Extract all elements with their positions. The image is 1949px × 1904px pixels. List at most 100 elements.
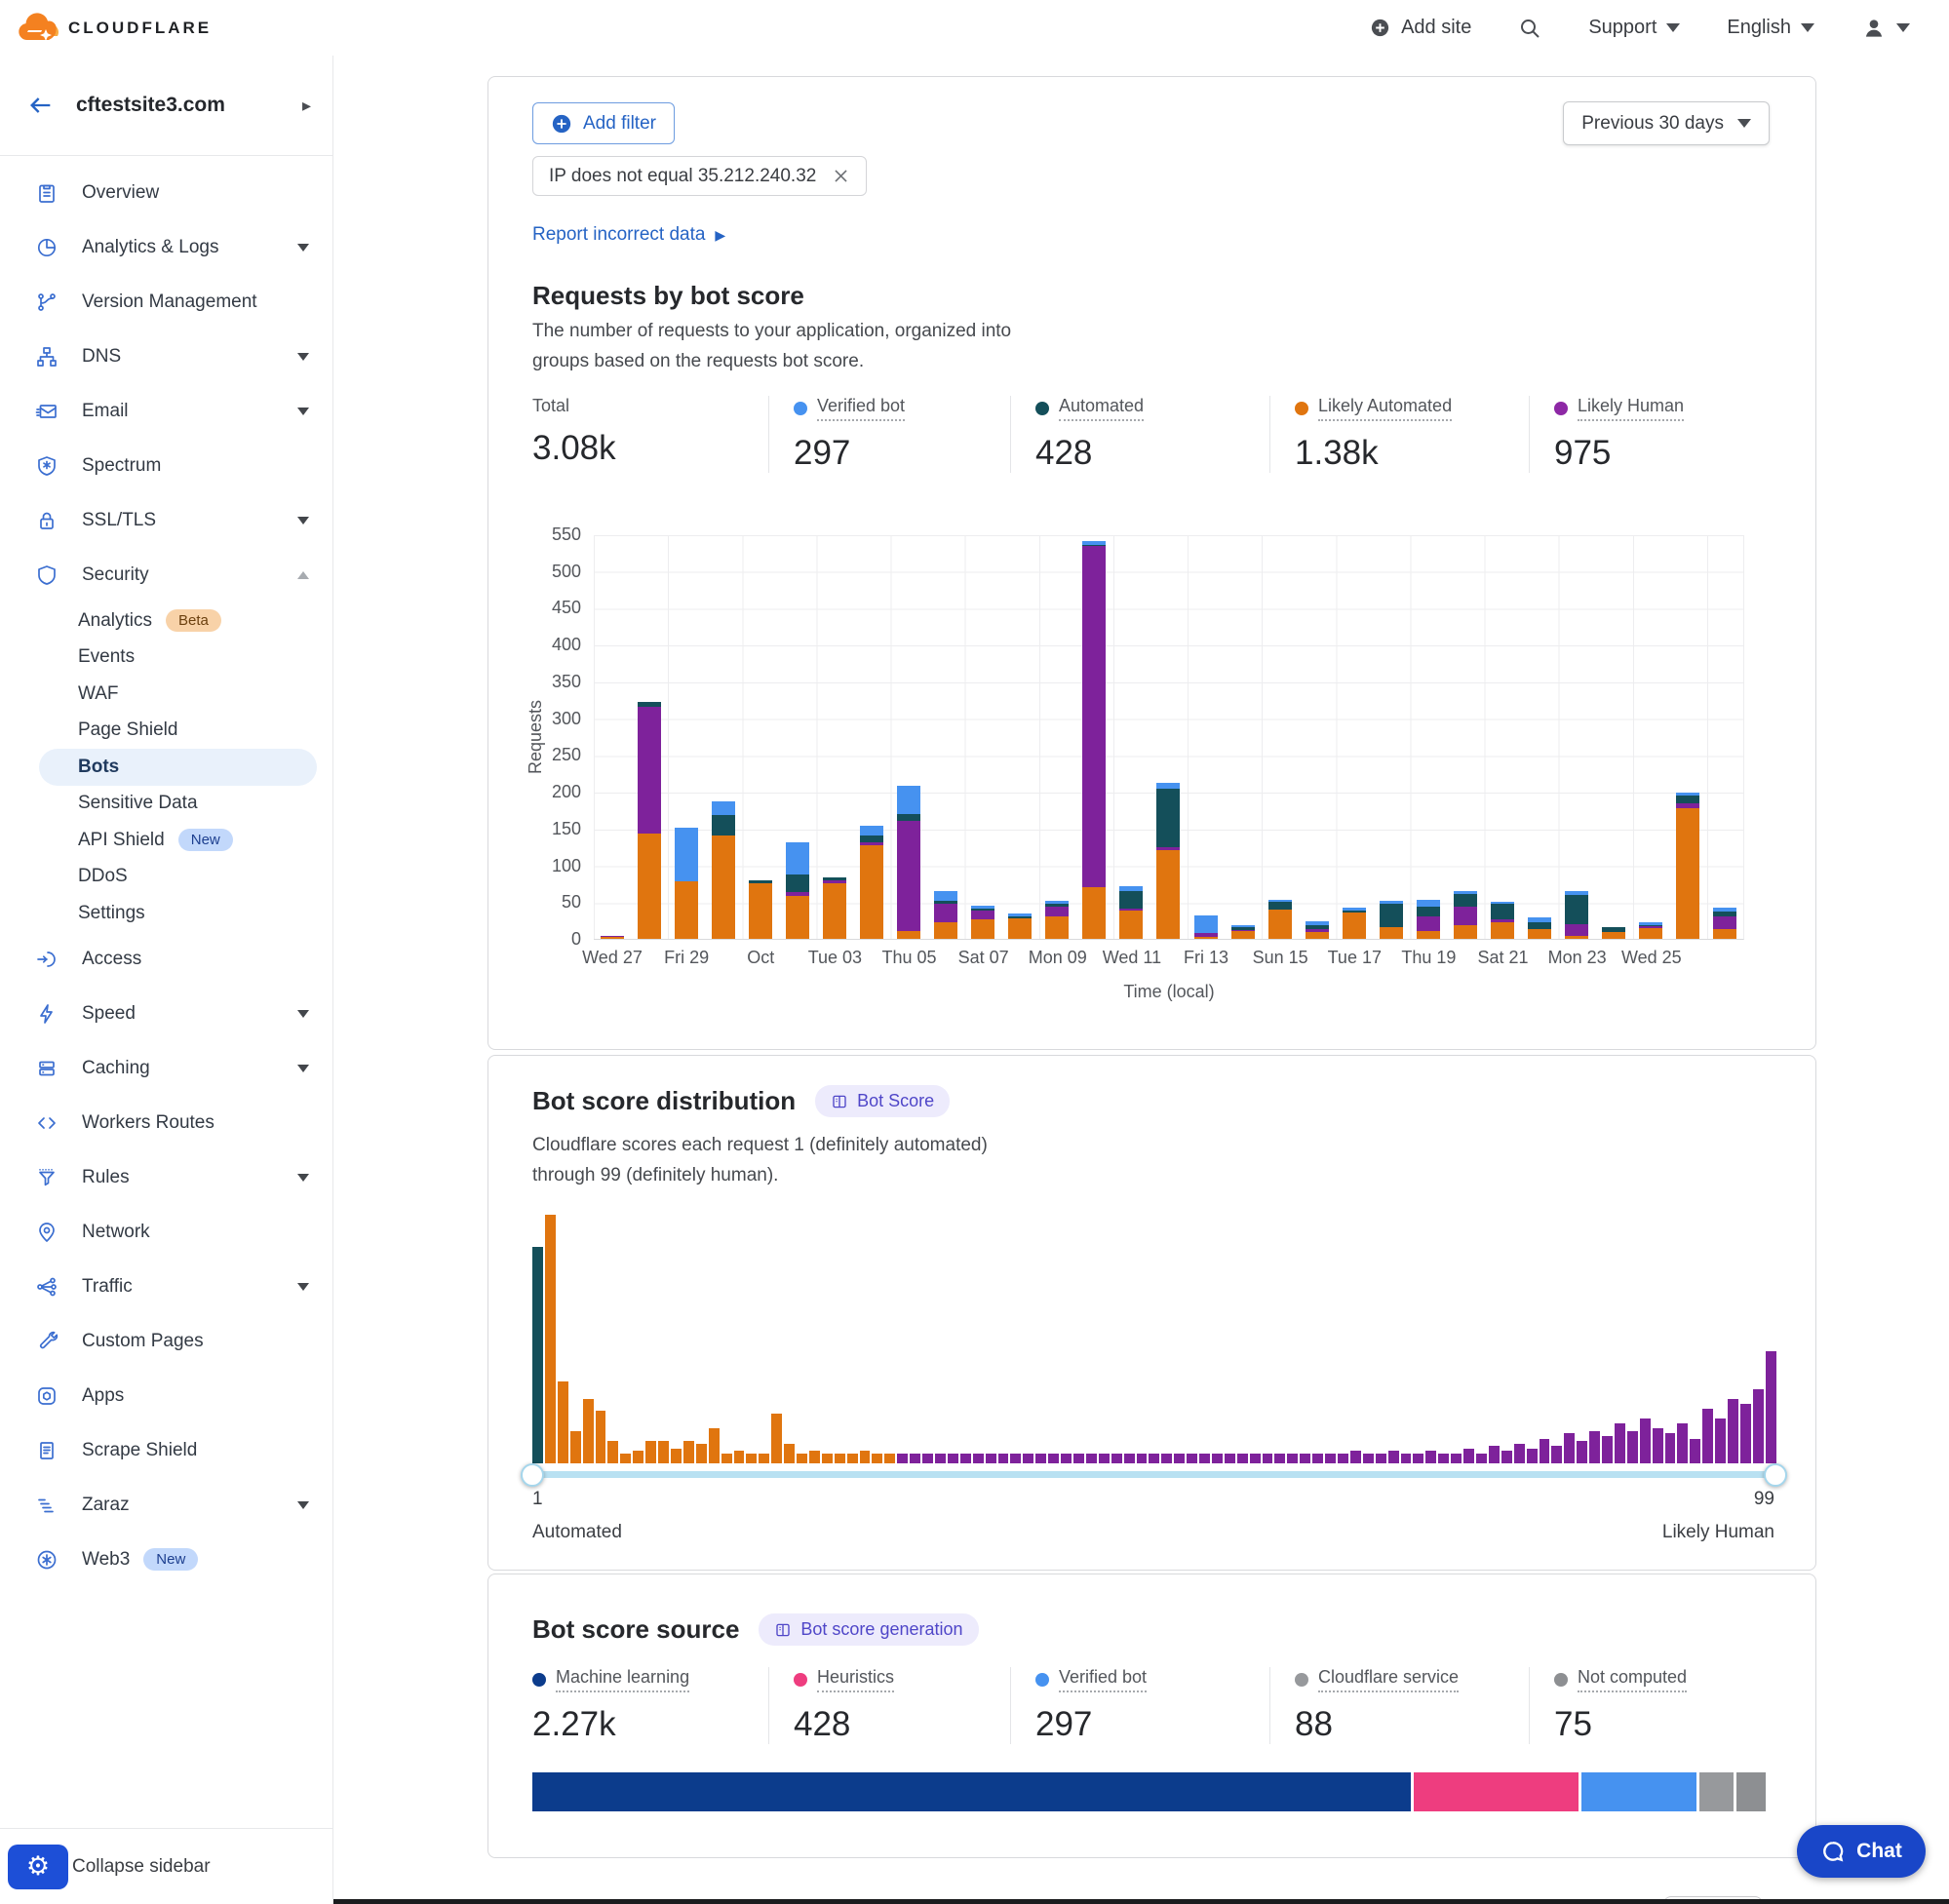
hist-bar-score-51[interactable] [1161,1454,1172,1463]
hist-bar-score-35[interactable] [960,1454,971,1463]
hist-bar-score-43[interactable] [1061,1454,1072,1463]
hist-bar-score-82[interactable] [1551,1446,1562,1463]
source-segment-cloudflare-service[interactable] [1699,1772,1734,1811]
source-segment-verified-bot[interactable] [1581,1772,1696,1811]
sidebar-item-version-management[interactable]: Version Management [0,275,332,330]
hist-bar-score-72[interactable] [1425,1451,1436,1463]
stat-label[interactable]: Heuristics [817,1667,894,1692]
sidebar-item-events[interactable]: Events [0,640,332,677]
stat-label[interactable]: Verified bot [1059,1667,1147,1692]
hist-bar-score-94[interactable] [1702,1409,1713,1463]
hist-bar-score-78[interactable] [1501,1451,1512,1463]
hist-bar-score-10[interactable] [645,1441,656,1463]
stat-label[interactable]: Not computed [1578,1667,1687,1692]
hist-bar-score-50[interactable] [1149,1454,1159,1463]
support-menu[interactable]: Support [1588,17,1680,39]
hist-bar-score-7[interactable] [607,1441,618,1463]
hist-bar-score-52[interactable] [1174,1454,1185,1463]
filter-chip[interactable]: IP does not equal 35.212.240.32 [532,156,867,196]
hist-bar-score-23[interactable] [809,1451,820,1463]
bar-thu-05[interactable] [897,786,920,939]
stat-label[interactable]: Machine learning [556,1667,689,1692]
hist-bar-score-19[interactable] [759,1454,769,1463]
language-menu[interactable]: English [1727,17,1814,39]
sidebar-item-apps[interactable]: Apps [0,1369,332,1423]
bar-sat-14[interactable] [1231,925,1255,939]
stat-label[interactable]: Cloudflare service [1318,1667,1459,1692]
slider-handle-max[interactable] [1764,1463,1787,1487]
sidebar-item-speed[interactable]: Speed [0,987,332,1041]
hist-bar-score-30[interactable] [897,1454,908,1463]
chevron-right-icon[interactable]: ▸ [302,96,311,116]
hist-bar-score-75[interactable] [1463,1449,1474,1463]
bar-thu-28[interactable] [638,702,661,939]
hist-bar-score-64[interactable] [1325,1454,1336,1463]
bar-fri-29[interactable] [675,828,698,939]
hist-bar-score-28[interactable] [872,1454,882,1463]
sidebar-item-dns[interactable]: DNS [0,330,332,384]
date-range-dropdown[interactable]: Previous 30 days [1563,101,1770,145]
hist-bar-score-47[interactable] [1111,1454,1122,1463]
hist-bar-score-11[interactable] [658,1441,669,1463]
hist-bar-score-71[interactable] [1413,1454,1423,1463]
bar-fri-13[interactable] [1194,915,1218,939]
hist-bar-score-68[interactable] [1376,1454,1386,1463]
add-site-button[interactable]: Add site [1369,17,1471,39]
chat-button[interactable]: Chat [1797,1825,1926,1878]
bar-wed-18[interactable] [1380,901,1403,939]
hist-bar-score-33[interactable] [935,1454,946,1463]
bar-mon-23[interactable] [1565,891,1588,939]
hist-bar-score-24[interactable] [822,1454,833,1463]
hist-bar-score-79[interactable] [1514,1444,1525,1463]
source-segment-not-computed[interactable] [1736,1772,1766,1811]
hist-bar-score-13[interactable] [683,1441,694,1463]
hist-bar-score-88[interactable] [1627,1431,1638,1463]
stat-label[interactable]: Automated [1059,396,1144,421]
sidebar-item-web3[interactable]: Web3New [0,1533,332,1587]
bar-thu-19[interactable] [1417,900,1440,939]
bar-wed-11[interactable] [1119,886,1143,939]
sidebar-item-workers-routes[interactable]: Workers Routes [0,1096,332,1150]
hist-bar-score-58[interactable] [1250,1454,1261,1463]
hist-bar-score-92[interactable] [1677,1423,1688,1463]
bar-sun-08[interactable] [1008,913,1032,939]
bar-thu-26[interactable] [1676,793,1699,939]
add-filter-button[interactable]: Add filter [532,102,675,144]
hist-bar-score-1[interactable] [532,1247,543,1463]
sidebar-item-api-shield[interactable]: API ShieldNew [0,822,332,859]
hist-bar-score-91[interactable] [1665,1433,1676,1463]
bot-score-docs-badge[interactable]: Bot Score [815,1085,950,1117]
hist-bar-score-55[interactable] [1212,1454,1223,1463]
sidebar-item-overview[interactable]: Overview [0,166,332,220]
slider-handle-min[interactable] [521,1463,544,1487]
sidebar-item-access[interactable]: Access [0,932,332,987]
bar-sat-21[interactable] [1491,902,1514,939]
hist-bar-score-49[interactable] [1137,1454,1148,1463]
bar-sun-15[interactable] [1268,900,1292,939]
bar-sun-01[interactable] [749,880,772,939]
sidebar-item-ddos[interactable]: DDoS [0,859,332,896]
hist-bar-score-93[interactable] [1690,1439,1700,1464]
bar-wed-27[interactable] [601,936,624,939]
sidebar-item-custom-pages[interactable]: Custom Pages [0,1314,332,1369]
bar-tue-17[interactable] [1343,908,1366,939]
hist-bar-score-37[interactable] [986,1454,996,1463]
close-icon[interactable] [832,167,850,185]
hist-bar-score-57[interactable] [1237,1454,1248,1463]
arrow-left-icon[interactable] [27,92,55,119]
hist-bar-score-41[interactable] [1035,1454,1046,1463]
hist-bar-score-96[interactable] [1728,1399,1738,1463]
search-button[interactable] [1518,17,1541,40]
hist-bar-score-56[interactable] [1225,1454,1235,1463]
hist-bar-score-6[interactable] [596,1411,606,1463]
hist-bar-score-77[interactable] [1489,1446,1500,1463]
hist-bar-score-66[interactable] [1350,1451,1361,1463]
bar-tue-24[interactable] [1602,927,1625,939]
hist-bar-score-14[interactable] [696,1444,707,1463]
bar-wed-04[interactable] [860,826,883,939]
hist-bar-score-22[interactable] [797,1454,807,1463]
hist-bar-score-59[interactable] [1263,1454,1273,1463]
sidebar-item-bots[interactable]: Bots [39,749,317,786]
hist-bar-score-62[interactable] [1300,1454,1310,1463]
hist-bar-score-32[interactable] [922,1454,933,1463]
